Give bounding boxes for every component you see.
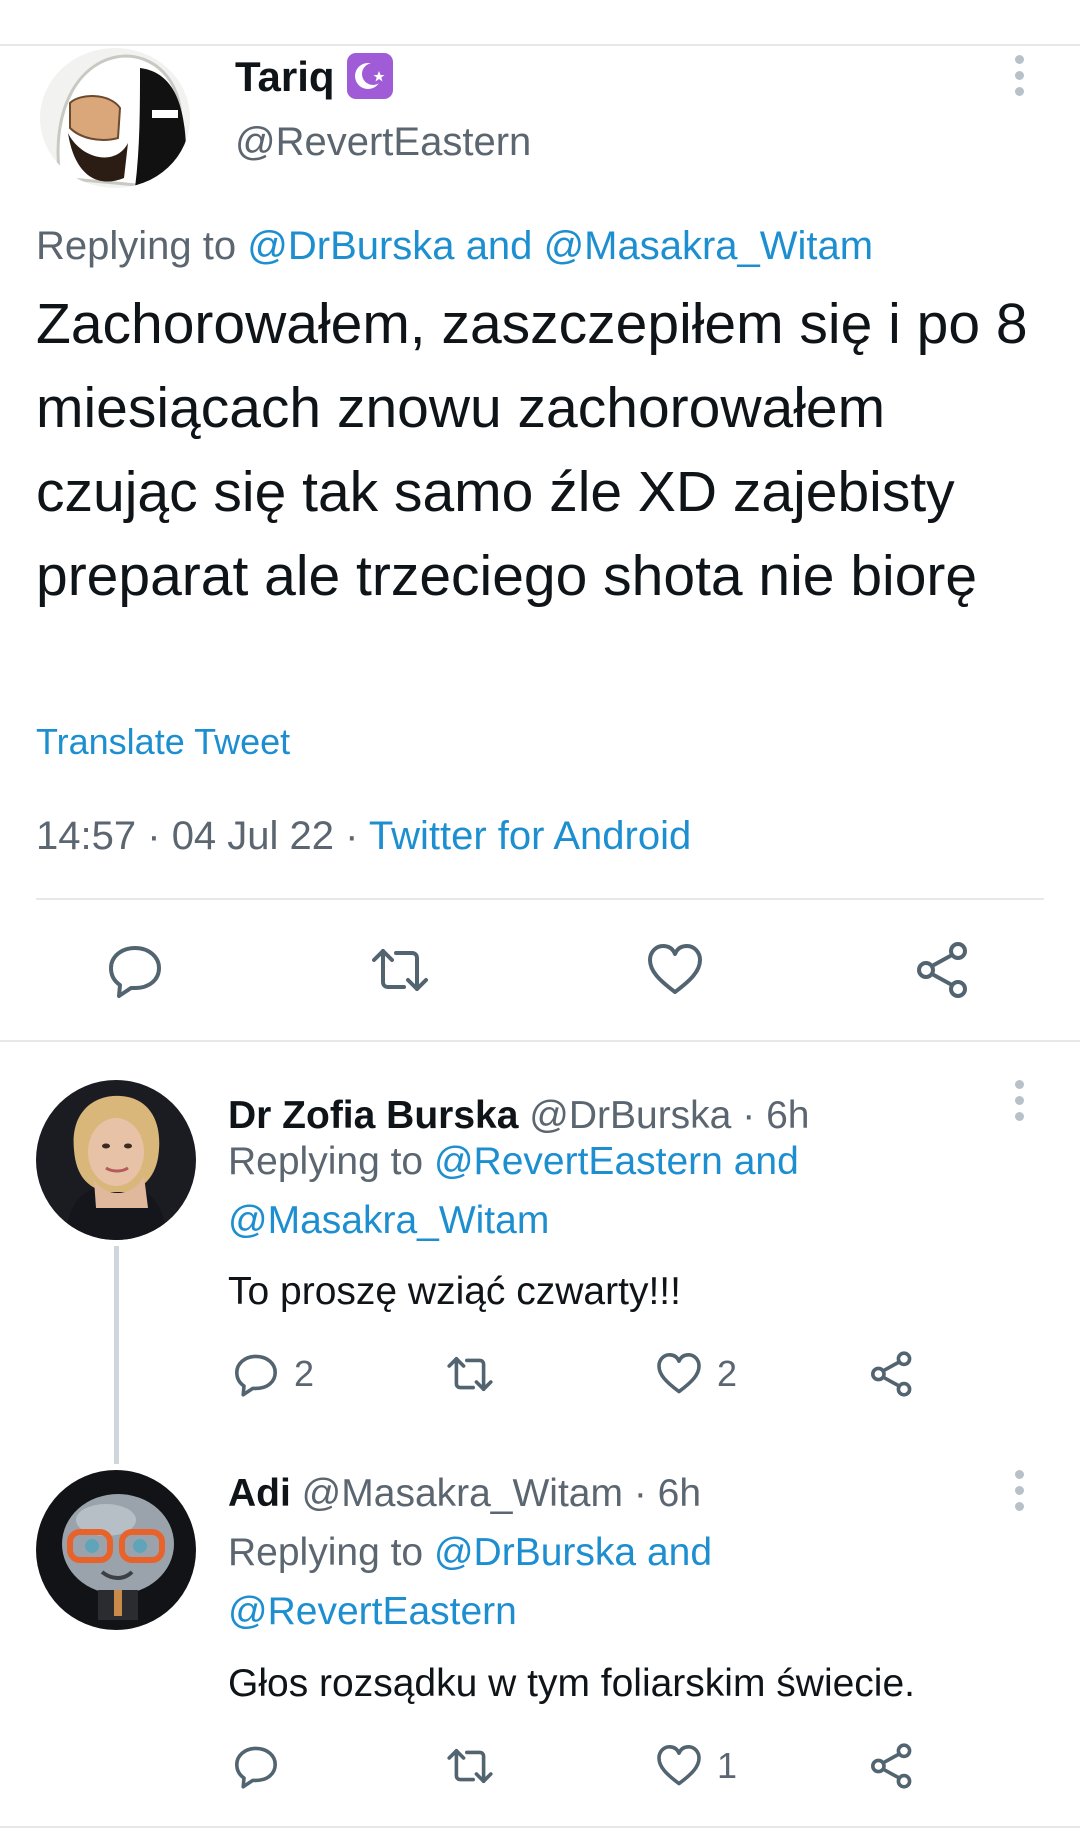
reply-icon[interactable] xyxy=(232,1350,280,1398)
tweet-source[interactable]: Twitter for Android xyxy=(369,814,691,858)
mention-reverteastern[interactable]: @RevertEastern xyxy=(228,1590,517,1633)
retweet-action[interactable] xyxy=(446,1350,494,1398)
reply-age: 6h xyxy=(657,1472,702,1515)
reply-icon[interactable] xyxy=(105,940,165,1000)
mention-drburska[interactable]: @DrBurska xyxy=(434,1531,636,1574)
reply-text: Głos rozsądku w tym foliarskim świecie. xyxy=(228,1662,915,1705)
meta-sep: · xyxy=(147,814,161,858)
mention-drburska[interactable]: @DrBurska xyxy=(247,224,454,268)
like-icon[interactable] xyxy=(645,940,705,1000)
tweet-time: 14:57 xyxy=(36,814,137,858)
more-icon[interactable] xyxy=(1015,1080,1025,1128)
share-icon[interactable] xyxy=(868,1742,916,1790)
reply-icon[interactable] xyxy=(232,1742,280,1790)
replying-and: and xyxy=(465,224,533,268)
replying-and: and xyxy=(646,1531,713,1574)
avatar-drburska[interactable] xyxy=(36,1080,196,1240)
reply-action[interactable] xyxy=(232,1742,280,1790)
replying-to: Replying to @DrBurska and @Masakra_Witam xyxy=(36,222,873,270)
like-count: 2 xyxy=(717,1353,738,1394)
tweet-meta: 14:57 · 04 Jul 22 · Twitter for Android xyxy=(36,812,691,860)
tweet-text: Zachorowałem, zaszczepiłem się i po 8 mi… xyxy=(36,292,1028,608)
replying-to: Replying to @DrBurska and @RevertEastern xyxy=(228,1523,988,1641)
replying-prefix: Replying to xyxy=(36,224,237,268)
reply-author-name[interactable]: Adi xyxy=(228,1472,291,1515)
mention-masakra-witam[interactable]: @Masakra_Witam xyxy=(544,224,874,268)
retweet-icon[interactable] xyxy=(370,940,430,1000)
replying-prefix: Replying to xyxy=(228,1140,424,1183)
divider xyxy=(0,1040,1080,1042)
retweet-icon[interactable] xyxy=(446,1350,494,1398)
like-icon[interactable] xyxy=(655,1742,703,1790)
reply-author-handle[interactable]: @DrBurska xyxy=(529,1094,731,1137)
reply-action[interactable]: 2 xyxy=(232,1350,314,1398)
reply-count: 2 xyxy=(294,1353,315,1394)
mention-masakra-witam[interactable]: @Masakra_Witam xyxy=(228,1199,549,1242)
bottom-divider xyxy=(0,1826,1080,1828)
reply-author-name[interactable]: Dr Zofia Burska xyxy=(228,1094,518,1137)
crescent-star-badge-icon xyxy=(346,53,393,99)
meta-sep: · xyxy=(345,814,359,858)
more-icon[interactable] xyxy=(1015,1470,1025,1518)
thread-connector xyxy=(114,1246,119,1464)
tweet-date: 04 Jul 22 xyxy=(171,814,335,858)
share-action[interactable] xyxy=(868,1350,916,1398)
replying-to: Replying to @RevertEastern and @Masakra_… xyxy=(228,1132,988,1250)
reply-text: To proszę wziąć czwarty!!! xyxy=(228,1270,681,1313)
translate-tweet-link[interactable]: Translate Tweet xyxy=(36,720,290,764)
meta-sep: · xyxy=(633,1472,647,1515)
replying-and: and xyxy=(733,1140,799,1183)
like-icon[interactable] xyxy=(655,1350,703,1398)
like-count: 1 xyxy=(717,1745,738,1786)
mention-reverteastern[interactable]: @RevertEastern xyxy=(434,1140,723,1183)
like-action[interactable]: 2 xyxy=(655,1350,737,1398)
author-name[interactable]: Tariq xyxy=(235,52,393,102)
author-name-text: Tariq xyxy=(235,53,335,100)
share-action[interactable] xyxy=(868,1742,916,1790)
avatar-masakra-witam[interactable] xyxy=(36,1470,196,1630)
retweet-action[interactable] xyxy=(446,1742,494,1790)
reply-age: 6h xyxy=(766,1094,810,1137)
meta-sep: · xyxy=(742,1094,756,1137)
author-handle[interactable]: @RevertEastern xyxy=(235,118,531,166)
retweet-icon[interactable] xyxy=(446,1742,494,1790)
top-divider xyxy=(0,44,1080,46)
reply-author-handle[interactable]: @Masakra_Witam xyxy=(302,1472,623,1515)
more-icon[interactable] xyxy=(1015,55,1025,103)
avatar-tariq[interactable] xyxy=(40,48,190,188)
reply-header: Adi @Masakra_Witam · 6h xyxy=(228,1470,701,1518)
replying-prefix: Replying to xyxy=(228,1531,424,1574)
share-icon[interactable] xyxy=(868,1350,916,1398)
like-action[interactable]: 1 xyxy=(655,1742,737,1790)
share-icon[interactable] xyxy=(913,940,973,1000)
divider xyxy=(36,898,1044,900)
